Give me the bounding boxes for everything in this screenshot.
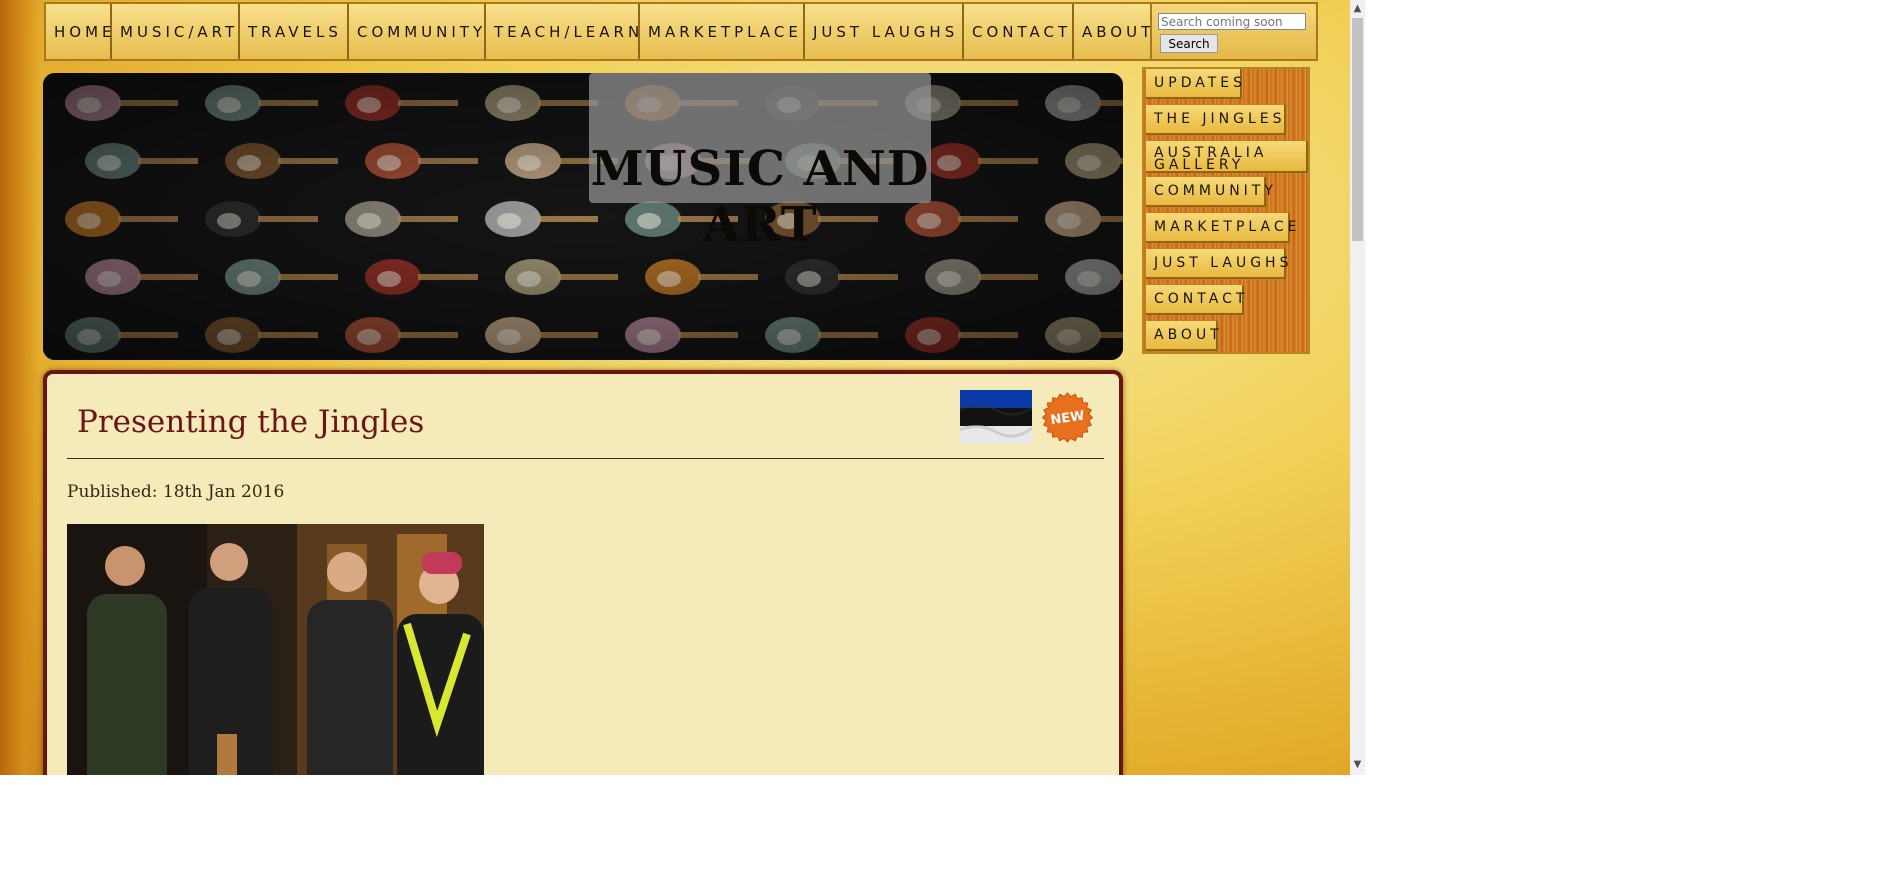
published-date: Published: 18th Jan 2016 <box>67 482 285 502</box>
side-item-updates[interactable]: UPDATES <box>1146 69 1242 99</box>
article-title: Presenting the Jingles <box>77 404 425 440</box>
nav-contact[interactable]: CONTACT <box>964 4 1074 59</box>
side-item-australia-gallery[interactable]: AUSTRALIA GALLERY <box>1146 141 1308 173</box>
banner-title: MUSIC AND ART <box>590 141 930 253</box>
nav-just-laughs[interactable]: JUST LAUGHS <box>805 4 964 59</box>
browser-viewport: HOME MUSIC/ART TRAVELS COMMUNITY TEACH/L… <box>0 0 1365 775</box>
side-item-about[interactable]: ABOUT <box>1146 321 1219 351</box>
article-panel: Presenting the Jingles NEW Published: 18… <box>43 370 1123 775</box>
nav-community[interactable]: COMMUNITY <box>349 4 486 59</box>
side-item-contact[interactable]: CONTACT <box>1146 285 1244 315</box>
scroll-up-arrow-icon[interactable]: ▲ <box>1350 0 1365 17</box>
estonia-flag-icon <box>960 390 1032 444</box>
side-item-community[interactable]: COMMUNITY <box>1146 177 1273 207</box>
banner-image: MUSIC AND ART <box>43 73 1123 360</box>
nav-music-art[interactable]: MUSIC/ART <box>112 4 240 59</box>
nav-teach-learn[interactable]: TEACH/LEARN <box>486 4 640 59</box>
search-button[interactable]: Search <box>1160 34 1218 53</box>
top-navigation: HOME MUSIC/ART TRAVELS COMMUNITY TEACH/L… <box>44 2 1154 61</box>
side-navigation: UPDATES THE JINGLES AUSTRALIA GALLERY CO… <box>1142 67 1310 354</box>
guitar-wall-image <box>43 73 1123 360</box>
search-input[interactable] <box>1158 13 1306 30</box>
band-photo <box>67 524 484 775</box>
side-item-just-laughs[interactable]: JUST LAUGHS <box>1146 249 1288 279</box>
scroll-down-arrow-icon[interactable]: ▼ <box>1350 756 1365 773</box>
nav-travels[interactable]: TRAVELS <box>240 4 349 59</box>
scroll-thumb[interactable] <box>1352 18 1363 241</box>
side-item-the-jingles[interactable]: THE JINGLES <box>1146 105 1286 135</box>
nav-home[interactable]: HOME <box>46 4 112 59</box>
side-item-marketplace[interactable]: MARKETPLACE <box>1146 213 1296 243</box>
nav-marketplace[interactable]: MARKETPLACE <box>640 4 805 59</box>
vertical-scrollbar[interactable]: ▲ ▼ <box>1350 0 1365 775</box>
banner-title-box: MUSIC AND ART <box>589 73 931 253</box>
title-divider <box>67 458 1104 459</box>
nav-about[interactable]: ABOUT <box>1074 4 1154 59</box>
new-badge-icon: NEW <box>1037 392 1098 443</box>
search-area: Search <box>1150 2 1318 61</box>
